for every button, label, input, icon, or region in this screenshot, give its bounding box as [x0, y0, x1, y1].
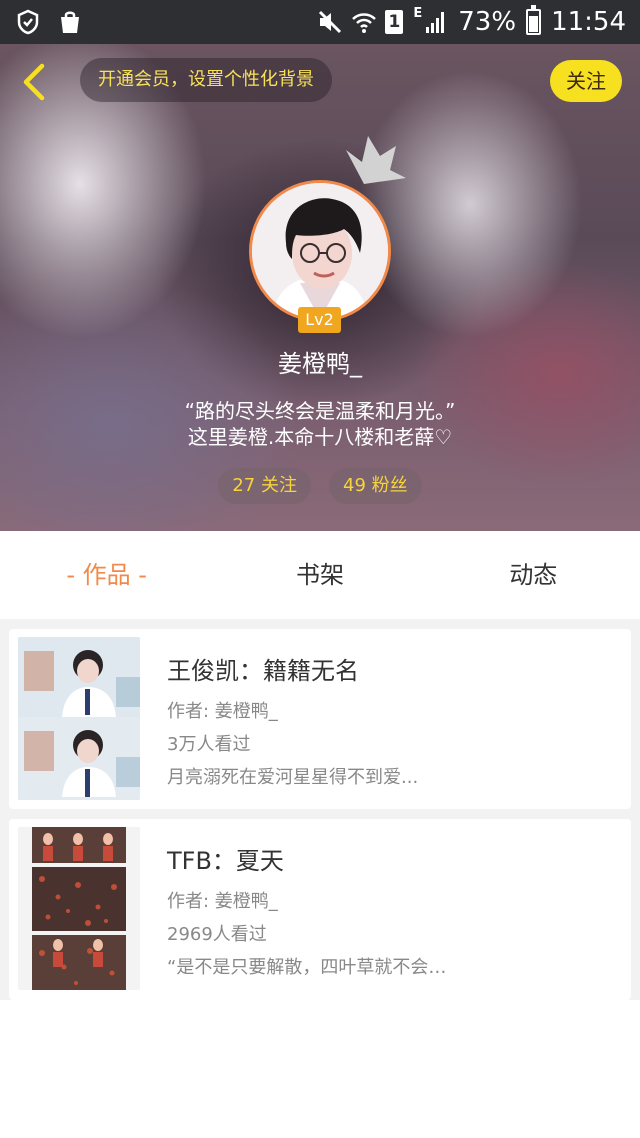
works-list: 王俊凯：籍籍无名 作者: 姜橙鸭_ 3万人看过 月亮溺死在爱河星星得不到爱...: [0, 619, 640, 1000]
work-title: TFB：夏天: [167, 847, 284, 875]
empty-area: [0, 1000, 640, 1138]
work-cover-image: [18, 827, 140, 990]
shield-icon: [16, 9, 40, 35]
chevron-left-icon: [23, 63, 45, 101]
battery-icon: [526, 5, 542, 35]
work-author: 作者: 姜橙鸭_: [167, 891, 278, 912]
shopping-bag-icon: [58, 9, 82, 35]
work-cover-image: [18, 637, 140, 800]
back-button[interactable]: [16, 60, 56, 104]
work-description: “是不是只要解散，四叶草就不会被全网di…: [167, 957, 457, 978]
follow-button[interactable]: 关注: [550, 60, 622, 102]
mute-icon: [317, 9, 342, 35]
avatar[interactable]: [249, 180, 391, 322]
tab-bookshelf[interactable]: 书架: [213, 531, 426, 619]
tab-works[interactable]: - 作品 -: [0, 531, 213, 619]
username: 姜橙鸭_: [278, 350, 362, 378]
list-item[interactable]: 王俊凯：籍籍无名 作者: 姜橙鸭_ 3万人看过 月亮溺死在爱河星星得不到爱...: [9, 629, 631, 809]
bio: “路的尽头终会是温柔和月光。” 这里姜橙.本命十八楼和老薛♡: [0, 398, 640, 450]
work-description: 月亮溺死在爱河星星得不到爱...: [167, 767, 419, 788]
following-count-button[interactable]: 27 关注: [218, 468, 311, 504]
level-badge: Lv2: [298, 307, 341, 333]
wifi-icon: [351, 9, 377, 35]
list-item[interactable]: TFB：夏天 作者: 姜橙鸭_ 2969人看过 “是不是只要解散，四叶草就不会被…: [9, 819, 631, 1000]
work-views: 2969人看过: [167, 924, 267, 945]
profile-header: 开通会员，设置个性化背景 关注 Lv2 姜橙鸭_ “路的尽头终会是温柔和月光。”…: [0, 44, 640, 531]
sim-slot-badge: 1: [385, 10, 404, 34]
avatar-image: [252, 183, 388, 319]
stats-row: 27 关注 49 粉丝: [0, 468, 640, 504]
clock: 11:54: [551, 7, 626, 37]
fans-count-button[interactable]: 49 粉丝: [329, 468, 422, 504]
work-title: 王俊凯：籍籍无名: [167, 657, 359, 685]
battery-percent: 73%: [458, 7, 517, 37]
work-author: 作者: 姜橙鸭_: [167, 701, 278, 722]
vip-promo-banner[interactable]: 开通会员，设置个性化背景: [80, 58, 332, 102]
network-type: E: [413, 5, 423, 21]
bio-line-1: “路的尽头终会是温柔和月光。”: [184, 399, 456, 423]
profile-tabs: - 作品 - 书架 动态: [0, 531, 640, 619]
tab-activity[interactable]: 动态: [427, 531, 640, 619]
status-bar: 1 E 73% 11:54: [0, 0, 640, 44]
signal-icon: [424, 9, 448, 35]
work-views: 3万人看过: [167, 734, 251, 755]
bio-line-2: 这里姜橙.本命十八楼和老薛♡: [187, 425, 453, 449]
